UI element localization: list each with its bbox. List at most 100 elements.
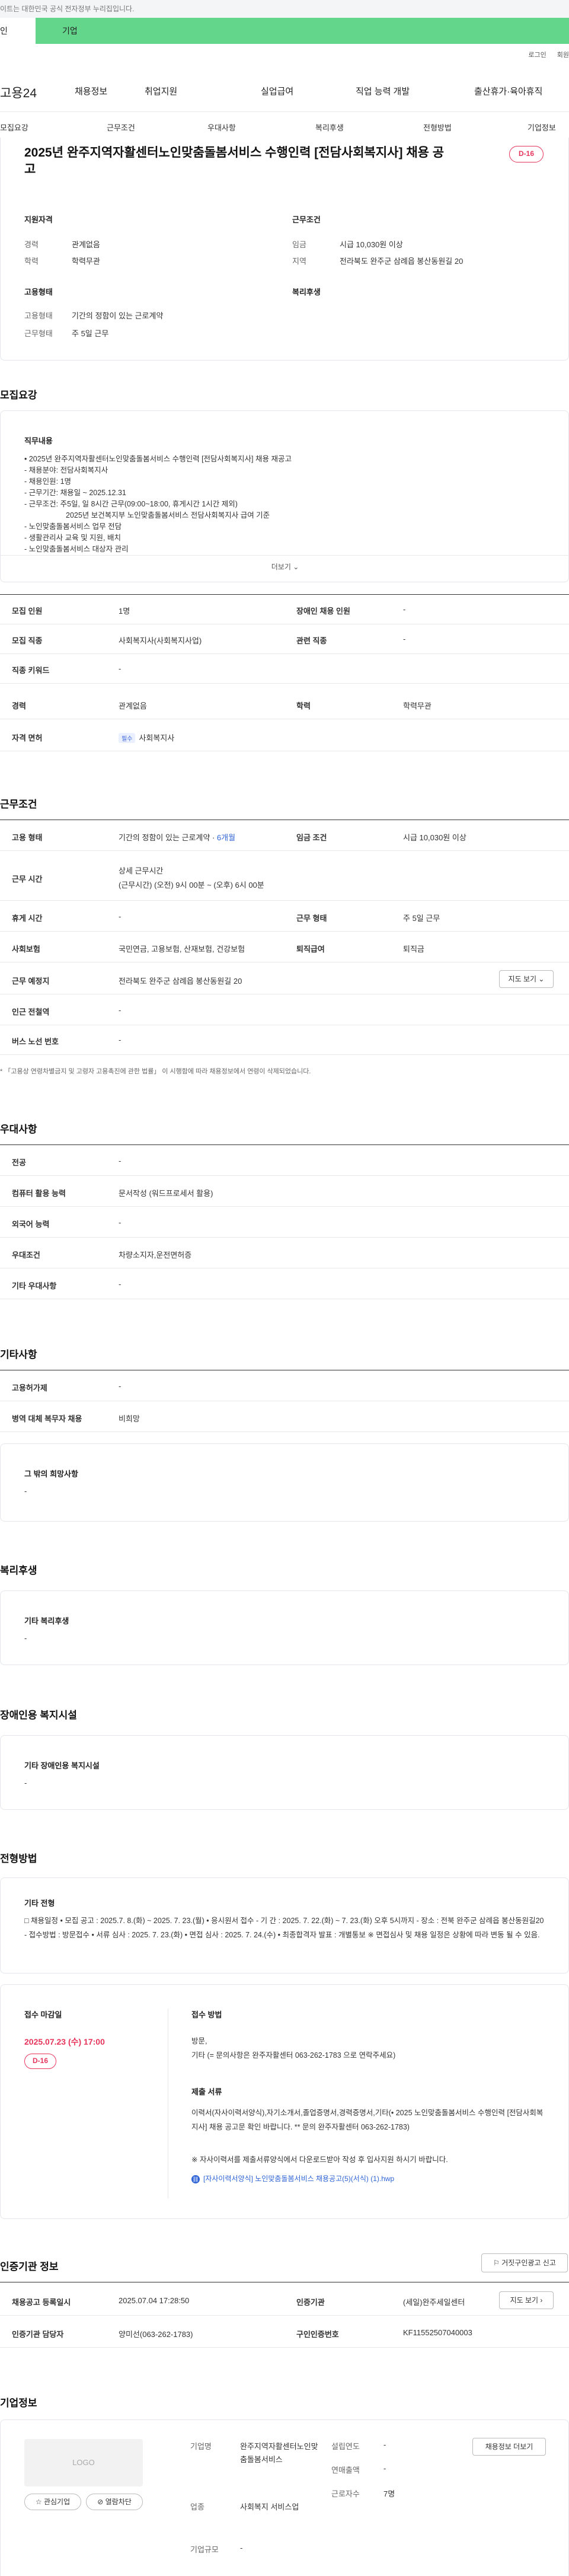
divider xyxy=(0,1206,569,1207)
row-label: 인증기관 담당자 xyxy=(12,2330,64,2339)
required-tag: 필수 xyxy=(119,733,136,743)
divider xyxy=(0,2315,569,2316)
duty-text: • 2025년 완주지역자활센터노인맞춤돌봄서비스 수행인력 [전담사회복지사]… xyxy=(24,454,534,555)
row-value: 차량소지자,운전면허증 xyxy=(119,1251,192,1260)
row-value: 기간의 정함이 있는 근로계약 · 6개월 xyxy=(119,831,235,843)
chevron-down-icon: ⌄ xyxy=(538,975,545,983)
size-label: 기업규모 xyxy=(190,2545,219,2554)
disability-sub: 기타 장애인용 복지시설 xyxy=(24,1761,100,1770)
divider xyxy=(0,931,569,932)
wage-value: 시급 10,030원 이상 xyxy=(340,240,403,249)
map-button[interactable]: 지도 보기 ⌄ xyxy=(499,970,554,988)
favorite-company-button[interactable]: ☆ 관심기업 xyxy=(24,2494,81,2510)
site-logo[interactable]: 고용24 xyxy=(0,84,37,101)
menu-employment-support[interactable]: 취업지원 xyxy=(145,85,177,97)
duty-line: - 채용인원: 1명 xyxy=(24,477,72,486)
screen-sub: 기타 전형 xyxy=(24,1899,55,1908)
screen-body: □ 채용일정 • 모집 공고 : 2025.7. 8.(화) ~ 2025. 7… xyxy=(24,1917,544,1939)
row-label: 퇴직급여 xyxy=(296,945,325,954)
menu-parental-leave[interactable]: 출산휴가·육아휴직 xyxy=(474,85,542,97)
work-section-title: 근무조건 xyxy=(0,799,37,810)
row-value: - xyxy=(119,1006,122,1015)
row-label: 관련 직종 xyxy=(296,636,327,645)
subnav-work[interactable]: 근무조건 xyxy=(107,122,135,133)
divider xyxy=(0,1175,569,1176)
row-value: 문서작성 (워드프로세서 활용) xyxy=(119,1189,213,1198)
tab-company-label: 기업 xyxy=(62,26,78,36)
screen-card: 기타 전형 □ 채용일정 • 모집 공고 : 2025.7. 8.(화) ~ 2… xyxy=(0,1877,569,1974)
more-jobs-button[interactable]: 채용정보 더보기 xyxy=(472,2438,546,2456)
divider xyxy=(1,555,569,556)
row-value: - xyxy=(119,664,122,673)
welfare-card: 기타 복리후생 - xyxy=(0,1590,569,1665)
cert-map-button[interactable]: 지도 보기 › xyxy=(499,2291,554,2309)
license-value: 사회복지사 xyxy=(139,734,175,742)
deadline-label: 접수 마감일 xyxy=(24,2010,62,2019)
company-section-title: 기업정보 xyxy=(0,2398,37,2409)
gov-notice-bar: 이트는 대한민국 공식 전자정부 누리집입니다. xyxy=(0,0,569,18)
method-label: 접수 방법 xyxy=(191,2010,222,2019)
subnav-company[interactable]: 기업정보 xyxy=(528,122,556,133)
row-value: 퇴직금 xyxy=(403,945,424,954)
menu-unemployment-benefit[interactable]: 실업급여 xyxy=(261,85,293,97)
deadline-dday-badge: D-16 xyxy=(24,2054,56,2069)
row-label: 직종 키워드 xyxy=(12,666,50,675)
deadline-value: 2025.07.23 (수) 17:00 xyxy=(24,2037,105,2046)
size-value: - xyxy=(240,2543,243,2552)
job-title: 2025년 완주지역자활센터노인맞춤돌봄서비스 수행인력 [전담사회복지사] 채… xyxy=(24,146,445,176)
block-icon: ⊘ xyxy=(97,2498,106,2506)
row-label: 모집 인원 xyxy=(12,607,43,616)
company-name-value: 완주지역자활센터노인맞춤돌봄서비스 xyxy=(240,2442,318,2464)
tab-individual[interactable]: 인 xyxy=(0,18,36,44)
login-link[interactable]: 로그인 xyxy=(528,52,546,59)
row-label: 휴게 시간 xyxy=(12,914,43,923)
row-label: 외국어 능력 xyxy=(12,1220,50,1229)
block-company-button[interactable]: ⊘ 열람차단 xyxy=(86,2494,143,2510)
subnav-screen[interactable]: 전형방법 xyxy=(423,122,452,133)
founded-label: 설립연도 xyxy=(331,2442,360,2451)
pref-section-title: 우대사항 xyxy=(0,1124,37,1135)
other-wishes-card: 그 밖의 희망사항 - xyxy=(0,1443,569,1522)
row-label: 구인인증번호 xyxy=(296,2330,339,2339)
row-label: 컴퓨터 활용 능력 xyxy=(12,1189,66,1198)
divider xyxy=(0,653,569,654)
disability-card: 기타 장애인용 복지시설 - xyxy=(0,1735,569,1810)
menu-jobs[interactable]: 채용정보 xyxy=(75,85,107,97)
emp-heading: 고용형태 xyxy=(24,288,53,297)
divider xyxy=(0,900,569,901)
subnav-pref[interactable]: 우대사항 xyxy=(207,122,236,133)
company-name-label: 기업명 xyxy=(190,2442,212,2451)
duty-line: - 노인맞춤돌봄서비스 업무 전담 xyxy=(24,522,122,531)
company-card: LOGO ☆ 관심기업 ⊘ 열람차단 기업명 완주지역자활센터노인맞춤돌봄서비스… xyxy=(0,2419,569,2576)
subnav-recruit[interactable]: 모집요강 xyxy=(0,122,28,133)
row-value: - xyxy=(403,605,406,614)
report-fake-ad-button[interactable]: ⚐ 거짓구인광고 신고 xyxy=(481,2253,568,2272)
row-value: 국민연금, 고용보험, 산재보험, 건강보험 xyxy=(119,945,245,954)
tab-company[interactable]: 기업 xyxy=(36,18,78,44)
row-label: 모집 직종 xyxy=(12,636,43,645)
row-value: - xyxy=(119,1156,122,1165)
row-label: 고용허가제 xyxy=(12,1383,47,1392)
row-label: 채용공고 등록일시 xyxy=(12,2298,71,2307)
emp-value: 기간의 정함이 있는 근로계약 · xyxy=(119,833,217,842)
duty-line: - 근무기간: 채용일 ~ 2025.12.31 xyxy=(24,489,126,497)
join-link[interactable]: 회원 xyxy=(557,52,569,59)
career-value: 관계없음 xyxy=(72,240,100,249)
favorite-label: 관심기업 xyxy=(43,2498,71,2506)
row-value: - xyxy=(119,1280,122,1289)
divider xyxy=(0,1237,569,1238)
apply-card: 접수 마감일 2025.07.23 (수) 17:00 D-16 접수 방법 방… xyxy=(0,1984,569,2219)
area-label: 지역 xyxy=(292,257,306,266)
menu-job-training[interactable]: 직업 능력 개발 xyxy=(356,85,410,97)
more-button[interactable]: 더보기 ⌄ xyxy=(1,562,569,572)
wage-label: 임금 xyxy=(292,240,306,249)
attachment-link[interactable]: ⛓ [자사이력서양식] 노인맞춤돌봄서비스 채용공고(5)(서식) (1).hwp xyxy=(191,2173,394,2183)
other-wishes-heading: 그 밖의 희망사항 xyxy=(24,1469,78,1478)
row-label: 학력 xyxy=(296,702,311,710)
duty-line: - 근무조건: 주5일, 일 8시간 근무(09:00~18:00, 휴게시간 … xyxy=(24,500,238,508)
welfare-section-title: 복리후생 xyxy=(0,1565,37,1576)
subnav-welfare[interactable]: 복리후생 xyxy=(315,122,344,133)
docs-note: ※ 자사이력서를 제출서류양식에서 다운로드받아 작성 후 입사지원 하시기 바… xyxy=(191,2156,448,2164)
row-value: 1명 xyxy=(119,607,130,616)
row-value: 학력무관 xyxy=(403,702,431,710)
